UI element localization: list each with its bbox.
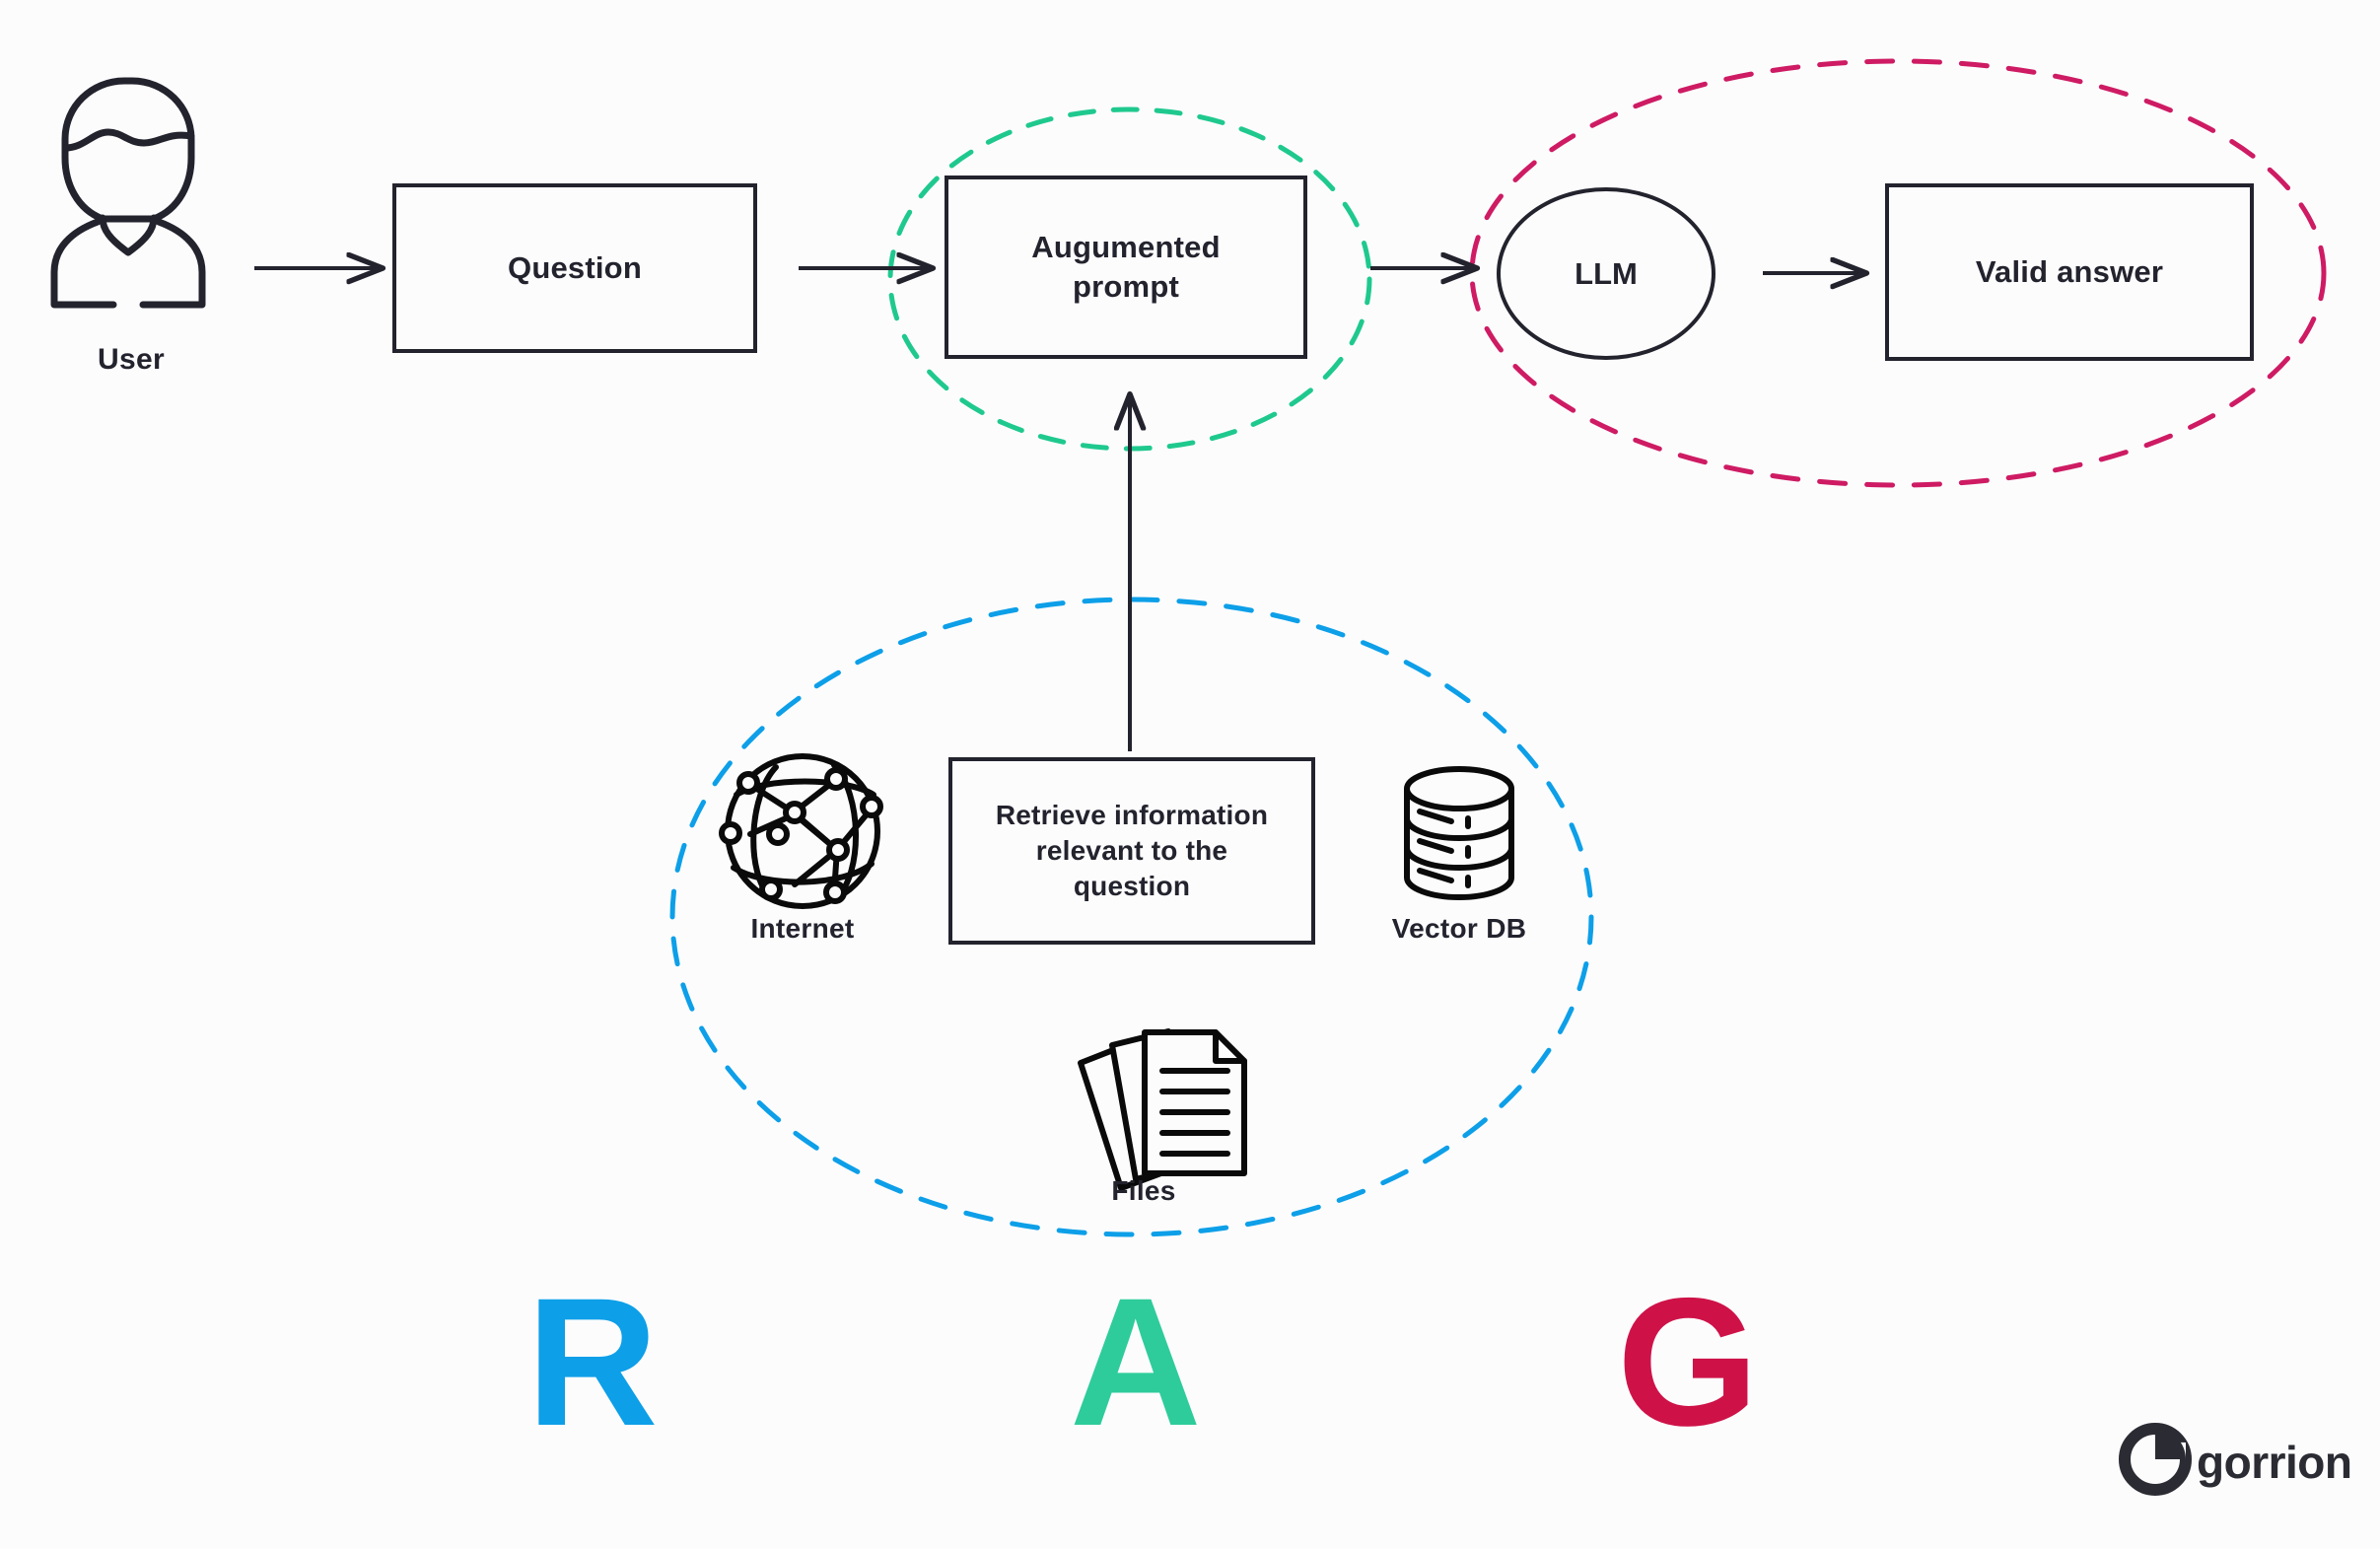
retrieve-line-2: relevant to the bbox=[1035, 835, 1228, 867]
rag-letter-g: G bbox=[1617, 1261, 1759, 1464]
llm-circle: LLM bbox=[1497, 187, 1715, 360]
brand-logo: gorrion bbox=[2197, 1436, 2352, 1489]
files-caption: Files bbox=[1111, 1175, 1176, 1206]
augmented-prompt-box: Augumented prompt bbox=[945, 176, 1307, 359]
vector-db-caption: Vector DB bbox=[1391, 913, 1527, 944]
database-cylinder-icon bbox=[1404, 766, 1514, 900]
rag-letter-a: A bbox=[1070, 1261, 1202, 1464]
retrieve-line-1: Retrieve information bbox=[995, 800, 1269, 831]
augmented-prompt-line-2: prompt bbox=[1073, 269, 1179, 304]
valid-answer-box: Valid answer bbox=[1885, 183, 2254, 361]
question-box: Question bbox=[392, 183, 757, 353]
network-globe-icon bbox=[719, 753, 883, 909]
gorrion-logo-icon bbox=[2119, 1423, 2193, 1496]
retrieve-information-box: Retrieve information relevant to the que… bbox=[948, 757, 1315, 945]
document-stack-icon bbox=[1078, 1028, 1247, 1191]
brand-wordmark: gorrion bbox=[2197, 1437, 2352, 1488]
internet-caption: Internet bbox=[750, 913, 855, 944]
augmented-prompt-line-1: Augumented bbox=[1031, 230, 1221, 265]
user-caption: User bbox=[98, 343, 165, 376]
retrieve-line-3: question bbox=[1073, 870, 1191, 901]
user-avatar-icon bbox=[50, 77, 206, 309]
rag-letter-r: R bbox=[526, 1261, 659, 1464]
rag-diagram-canvas: User Question Augumented prompt LLM Vali… bbox=[0, 0, 2380, 1549]
